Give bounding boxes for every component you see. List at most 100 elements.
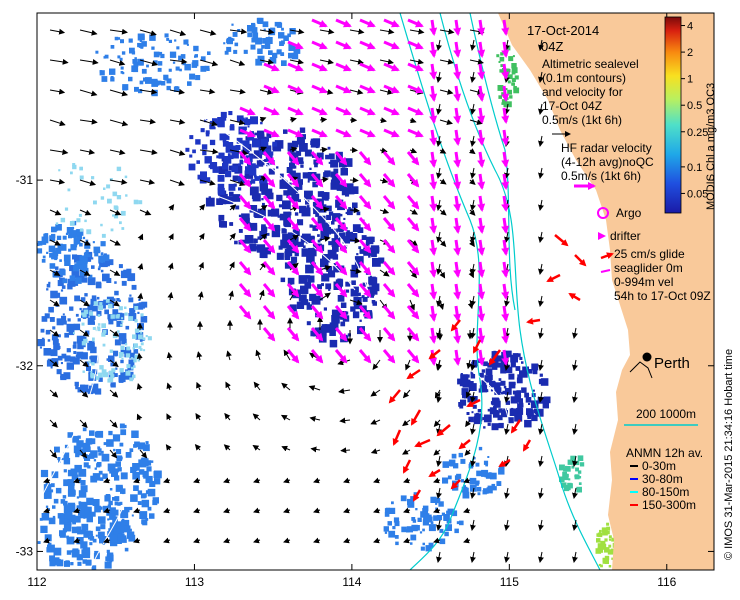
chl-pixel: [239, 160, 244, 165]
velocity-arrow: [477, 173, 486, 190]
chl-pixel: [240, 117, 245, 122]
velocity-arrow: [501, 151, 510, 168]
chl-pixel: [284, 248, 293, 257]
velocity-arrow: [319, 116, 328, 123]
velocity-arrow: [453, 283, 462, 300]
chl-pixel: [261, 190, 266, 195]
chl-pixel: [153, 51, 160, 58]
chl-pixel: [117, 55, 121, 59]
chl-pixel: [138, 43, 144, 48]
chl-pixel: [132, 334, 137, 339]
chl-pixel: [468, 383, 477, 391]
velocity-arrow: [429, 41, 438, 58]
chl-pixel: [117, 314, 120, 317]
chl-pixel: [79, 307, 82, 311]
chl-pixel: [70, 562, 74, 566]
chl-pixel: [112, 214, 115, 217]
chl-pixel: [231, 165, 239, 173]
chl-pixel: [108, 430, 113, 436]
chl-pixel: [90, 370, 93, 373]
chl-pixel: [257, 48, 263, 54]
chl-pixel: [304, 282, 312, 289]
chl-pixel: [83, 252, 89, 258]
chl-pixel: [511, 82, 515, 86]
chl-pixel: [86, 366, 91, 371]
chl-pixel: [49, 317, 55, 322]
chl-pixel: [311, 295, 321, 305]
chl-pixel: [301, 294, 307, 300]
chl-pixel: [60, 375, 63, 379]
chl-pixel: [76, 526, 82, 532]
chl-pixel: [518, 394, 522, 397]
chl-pixel: [317, 215, 326, 224]
chl-pixel: [96, 281, 102, 287]
chl-pixel: [79, 228, 84, 232]
velocity-arrow: [501, 195, 510, 212]
chl-pixel: [417, 517, 422, 522]
velocity-arrow: [501, 283, 510, 300]
chl-pixel: [80, 384, 86, 390]
chl-pixel: [511, 63, 517, 69]
chl-pixel: [120, 39, 124, 44]
chl-pixel: [64, 207, 69, 211]
chl-pixel: [274, 224, 281, 231]
y-tick-label: -31: [16, 173, 34, 187]
chl-pixel: [134, 319, 138, 323]
chl-pixel: [235, 145, 241, 150]
chl-pixel: [154, 478, 161, 485]
chl-pixel: [78, 557, 81, 561]
chl-pixel: [59, 246, 63, 251]
velocity-arrow: [453, 85, 462, 102]
chl-pixel: [77, 318, 81, 322]
chl-pixel: [168, 68, 172, 72]
chl-pixel: [249, 222, 258, 231]
chl-pixel: [476, 486, 482, 492]
velocity-arrow: [501, 217, 510, 234]
chl-pixel: [265, 248, 269, 252]
chl-pixel: [56, 235, 62, 240]
chl-pixel: [244, 235, 254, 244]
chl-pixel: [279, 180, 288, 189]
velocity-arrow: [501, 173, 510, 190]
chl-pixel: [67, 188, 71, 192]
chl-pixel: [504, 388, 512, 395]
velocity-arrow: [501, 327, 510, 344]
chl-pixel: [95, 526, 101, 532]
chl-pixel: [611, 539, 614, 542]
chl-pixel: [64, 332, 69, 338]
chl-pixel: [77, 561, 82, 566]
chl-pixel: [493, 350, 496, 354]
argo-label: Argo: [616, 206, 642, 220]
chl-pixel: [428, 524, 436, 532]
chl-pixel: [321, 192, 328, 198]
chl-pixel: [451, 453, 457, 459]
chl-pixel: [518, 398, 523, 403]
chl-pixel: [60, 289, 64, 292]
chl-pixel: [407, 498, 414, 506]
chl-pixel: [508, 373, 515, 380]
chl-pixel: [157, 61, 163, 66]
chl-pixel: [223, 156, 232, 164]
chl-pixel: [114, 290, 119, 296]
hf-radar-legend-line-1: HF radar velocity: [561, 141, 652, 155]
chl-pixel: [459, 404, 464, 409]
chl-pixel: [234, 42, 239, 47]
chl-pixel: [352, 202, 358, 209]
chl-pixel: [121, 518, 125, 522]
chl-pixel: [372, 286, 376, 290]
chl-pixel: [152, 500, 158, 506]
chl-pixel: [608, 565, 612, 568]
chl-pixel: [120, 536, 125, 541]
chl-pixel: [64, 511, 73, 519]
chl-pixel: [66, 323, 75, 332]
chl-pixel: [278, 245, 283, 250]
chl-pixel: [96, 296, 100, 300]
chl-pixel: [606, 522, 610, 526]
chl-pixel: [278, 204, 282, 208]
chl-pixel: [205, 197, 215, 207]
chl-pixel: [132, 66, 139, 73]
seaglider-label-1: seaglider 0m: [614, 261, 683, 275]
chl-pixel: [444, 531, 449, 537]
velocity-arrow: [429, 239, 438, 256]
chl-pixel: [79, 175, 84, 180]
